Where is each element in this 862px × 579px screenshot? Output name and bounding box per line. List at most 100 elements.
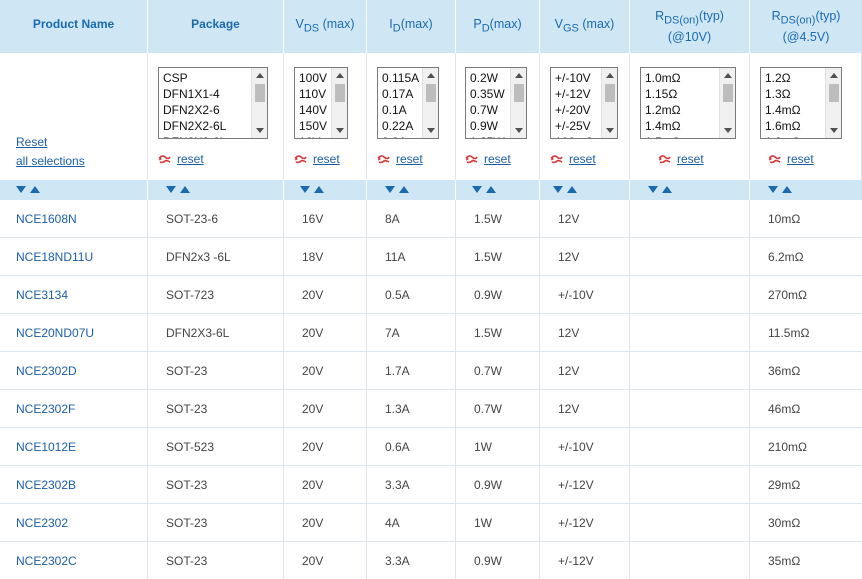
filter-option[interactable]: 0.17A [382, 86, 413, 102]
product-name-link[interactable]: NCE2302F [0, 390, 148, 427]
filter-option[interactable]: 1.6mΩ [765, 118, 801, 134]
scroll-down-icon[interactable] [256, 128, 264, 133]
rds-10v-filter-listbox[interactable]: 1.0mΩ1.15Ω1.2mΩ1.4mΩ1.5mΩ [640, 67, 736, 139]
product-name-link[interactable]: NCE2302 [0, 504, 148, 541]
filter-option[interactable]: 0.115A [382, 70, 419, 86]
scroll-thumb[interactable] [829, 84, 839, 102]
reset-all-selections-link[interactable]: Reset all selections [16, 133, 85, 171]
filter-option[interactable]: 16V [299, 134, 320, 138]
filter-option[interactable]: DFN2X3-6L [163, 134, 226, 138]
vds-reset-link[interactable]: reset [294, 152, 340, 166]
pd-reset-link[interactable]: reset [465, 152, 511, 166]
filter-option[interactable]: 0.1A [382, 102, 407, 118]
filter-option[interactable]: 0.9W [470, 118, 498, 134]
filter-option[interactable]: 0.2W [470, 70, 498, 86]
filter-option[interactable]: 1.15Ω [645, 86, 677, 102]
sort-descending-icon[interactable] [166, 186, 176, 193]
filter-option[interactable]: 0.22A [382, 118, 413, 134]
listbox-scrollbar[interactable] [251, 68, 267, 138]
filter-option[interactable]: 1.8mΩ [765, 134, 801, 138]
filter-option[interactable]: 0.3A [382, 134, 407, 138]
sort-ascending-icon[interactable] [486, 186, 496, 193]
scroll-thumb[interactable] [723, 84, 733, 102]
filter-option[interactable]: DFN1X1-4 [163, 86, 220, 102]
scroll-thumb[interactable] [335, 84, 345, 102]
product-name-link[interactable]: NCE18ND11U [0, 238, 148, 275]
scroll-thumb[interactable] [514, 84, 524, 102]
sort-ascending-icon[interactable] [399, 186, 409, 193]
filter-option[interactable]: 150V [299, 118, 327, 134]
filter-option[interactable]: +/-12V [555, 86, 591, 102]
product-name-link[interactable]: NCE2302C [0, 542, 148, 579]
filter-option[interactable]: 100mΩ [555, 134, 594, 138]
scroll-up-icon[interactable] [256, 73, 264, 78]
vgs-reset-link[interactable]: reset [550, 152, 596, 166]
scroll-down-icon[interactable] [724, 128, 732, 133]
product-name-link[interactable]: NCE1012E [0, 428, 148, 465]
filter-option[interactable]: 1.3Ω [765, 86, 791, 102]
scroll-thumb[interactable] [605, 84, 615, 102]
filter-option[interactable]: +/-25V [555, 118, 591, 134]
vds-filter-listbox[interactable]: 100V110V140V150V16V [294, 67, 348, 139]
sort-descending-icon[interactable] [16, 186, 26, 193]
filter-option[interactable]: 1.25W [470, 134, 505, 138]
sort-descending-icon[interactable] [553, 186, 563, 193]
filter-option[interactable]: 0.7W [470, 102, 498, 118]
filter-option[interactable]: DFN2X2-6L [163, 118, 226, 134]
id-reset-link[interactable]: reset [377, 152, 423, 166]
package-filter-listbox[interactable]: CSPDFN1X1-4DFN2X2-6DFN2X2-6LDFN2X3-6L [158, 67, 268, 139]
sort-ascending-icon[interactable] [567, 186, 577, 193]
scroll-down-icon[interactable] [427, 128, 435, 133]
scroll-thumb[interactable] [426, 84, 436, 102]
listbox-scrollbar[interactable] [510, 68, 526, 138]
sort-ascending-icon[interactable] [662, 186, 672, 193]
rds-10v-reset-link[interactable]: reset [658, 152, 704, 166]
filter-option[interactable]: 1.0mΩ [645, 70, 681, 86]
filter-option[interactable]: 1.2Ω [765, 70, 791, 86]
product-name-link[interactable]: NCE3134 [0, 276, 148, 313]
product-name-link[interactable]: NCE20ND07U [0, 314, 148, 351]
sort-descending-icon[interactable] [385, 186, 395, 193]
package-reset-link[interactable]: reset [158, 152, 204, 166]
filter-option[interactable]: 140V [299, 102, 327, 118]
scroll-down-icon[interactable] [515, 128, 523, 133]
sort-descending-icon[interactable] [300, 186, 310, 193]
scroll-up-icon[interactable] [830, 73, 838, 78]
sort-ascending-icon[interactable] [180, 186, 190, 193]
pd-filter-listbox[interactable]: 0.2W0.35W0.7W0.9W1.25W [465, 67, 527, 139]
scroll-down-icon[interactable] [606, 128, 614, 133]
sort-ascending-icon[interactable] [314, 186, 324, 193]
filter-option[interactable]: +/-10V [555, 70, 591, 86]
scroll-up-icon[interactable] [336, 73, 344, 78]
scroll-down-icon[interactable] [830, 128, 838, 133]
sort-descending-icon[interactable] [648, 186, 658, 193]
scroll-up-icon[interactable] [606, 73, 614, 78]
sort-ascending-icon[interactable] [30, 186, 40, 193]
filter-option[interactable]: +/-20V [555, 102, 591, 118]
sort-descending-icon[interactable] [768, 186, 778, 193]
scroll-down-icon[interactable] [336, 128, 344, 133]
filter-option[interactable]: 1.5mΩ [645, 134, 681, 138]
listbox-scrollbar[interactable] [331, 68, 347, 138]
filter-option[interactable]: 0.35W [470, 86, 505, 102]
scroll-up-icon[interactable] [724, 73, 732, 78]
filter-option[interactable]: CSP [163, 70, 188, 86]
product-name-link[interactable]: NCE1608N [0, 200, 148, 237]
rds-4-5v-reset-link[interactable]: reset [768, 152, 814, 166]
scroll-up-icon[interactable] [427, 73, 435, 78]
filter-option[interactable]: 1.4mΩ [765, 102, 801, 118]
rds-4-5v-filter-listbox[interactable]: 1.2Ω1.3Ω1.4mΩ1.6mΩ1.8mΩ [760, 67, 842, 139]
listbox-scrollbar[interactable] [601, 68, 617, 138]
listbox-scrollbar[interactable] [825, 68, 841, 138]
listbox-scrollbar[interactable] [422, 68, 438, 138]
filter-option[interactable]: DFN2X2-6 [163, 102, 220, 118]
product-name-link[interactable]: NCE2302B [0, 466, 148, 503]
scroll-thumb[interactable] [255, 84, 265, 102]
sort-descending-icon[interactable] [472, 186, 482, 193]
filter-option[interactable]: 100V [299, 70, 327, 86]
filter-option[interactable]: 1.2mΩ [645, 102, 681, 118]
filter-option[interactable]: 110V [299, 86, 326, 102]
scroll-up-icon[interactable] [515, 73, 523, 78]
id-filter-listbox[interactable]: 0.115A0.17A0.1A0.22A0.3A [377, 67, 439, 139]
product-name-link[interactable]: NCE2302D [0, 352, 148, 389]
